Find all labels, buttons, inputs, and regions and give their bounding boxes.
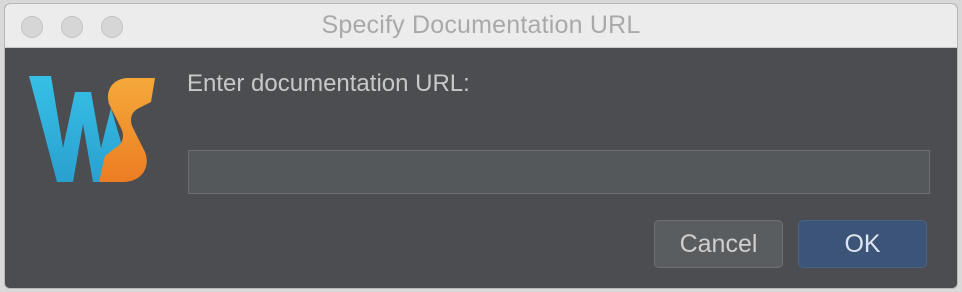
url-prompt-label: Enter documentation URL: xyxy=(187,70,470,97)
documentation-url-input[interactable] xyxy=(188,150,930,194)
titlebar: Specify Documentation URL xyxy=(5,4,957,48)
window-title: Specify Documentation URL xyxy=(321,11,641,39)
dialog-window: Specify Documentation URL Enter document… xyxy=(5,4,957,288)
webstorm-logo-icon xyxy=(29,76,155,182)
cancel-button[interactable]: Cancel xyxy=(654,220,783,268)
dialog-content: Enter documentation URL: Cancel OK xyxy=(5,48,957,288)
ok-button[interactable]: OK xyxy=(798,220,927,268)
